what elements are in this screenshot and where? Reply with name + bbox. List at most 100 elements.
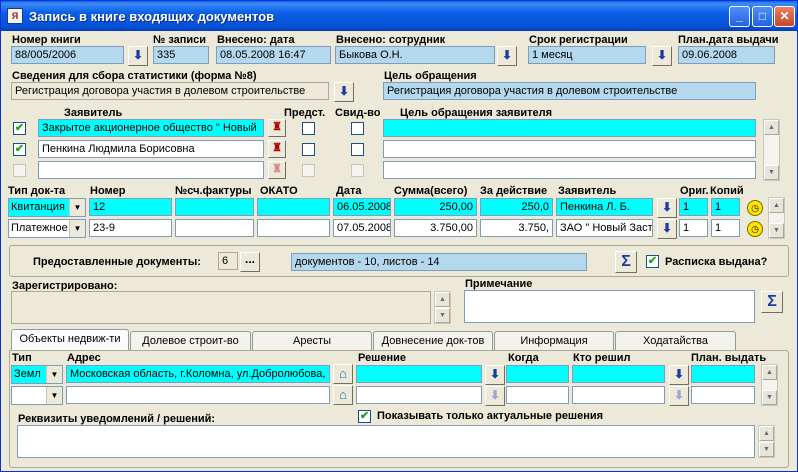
scroll-down-icon[interactable]: ▼ — [769, 223, 784, 238]
tab-arrests[interactable]: Аресты — [252, 331, 372, 351]
person-icon[interactable]: ♜ — [268, 119, 286, 137]
chevron-down-icon[interactable]: ▼ — [46, 366, 62, 383]
cert-checkbox[interactable] — [351, 164, 364, 177]
object-decision-field[interactable] — [356, 386, 482, 404]
applicant-name-field[interactable]: Закрытое акционерное общество " Новый — [38, 119, 264, 137]
chevron-down-icon[interactable]: ▼ — [69, 199, 85, 216]
purpose-field[interactable]: Регистрация договора участия в долевом с… — [383, 82, 756, 100]
doc-date-field[interactable]: 06.05.2008 — [333, 198, 391, 216]
chevron-down-icon[interactable]: ▼ — [46, 387, 62, 404]
doc-okato-field[interactable] — [257, 219, 330, 237]
doc-copies-field[interactable]: 1 — [711, 198, 740, 216]
book-number-dropdown-icon[interactable]: ⬇ — [128, 46, 148, 66]
tab-petitions[interactable]: Ходатайства — [615, 331, 736, 351]
doc-orig-field[interactable]: 1 — [679, 198, 708, 216]
receipt-checkbox[interactable]: ✔ — [646, 255, 659, 268]
doc-date-field[interactable]: 07.05.2008 — [333, 219, 391, 237]
docs-scrollbar[interactable]: ▲ ▼ — [768, 197, 785, 239]
object-plan-field[interactable] — [691, 386, 755, 404]
doc-type-select[interactable]: Платежное ▼ — [8, 219, 86, 238]
doc-invoice-field[interactable] — [175, 219, 254, 237]
doc-action-field[interactable]: 3.750, — [480, 219, 553, 237]
registered-scrollbar[interactable]: ▲ ▼ — [434, 291, 451, 324]
chevron-down-icon[interactable]: ▼ — [69, 220, 85, 237]
entered-by-field[interactable]: Быкова О.Н. — [335, 46, 495, 64]
doc-invoice-field[interactable] — [175, 198, 254, 216]
cert-checkbox[interactable] — [351, 122, 364, 135]
entered-date-field[interactable]: 08.05.2008 16:47 — [216, 46, 331, 64]
scroll-down-icon[interactable]: ▼ — [435, 308, 450, 323]
book-number-field[interactable]: 88/005/2006 — [11, 46, 124, 64]
doc-number-field[interactable]: 12 — [89, 198, 172, 216]
applicant-name-field[interactable] — [38, 161, 264, 179]
doc-sum-field[interactable]: 3.750,00 — [394, 219, 477, 237]
notice-scrollbar[interactable]: ▲ ▼ — [758, 425, 775, 458]
applicant-purpose-field[interactable] — [383, 140, 756, 158]
scroll-up-icon[interactable]: ▲ — [435, 292, 450, 307]
object-plan-field[interactable] — [691, 365, 755, 383]
applicants-scrollbar[interactable]: ▲ ▼ — [763, 119, 780, 181]
notice-field[interactable] — [17, 425, 755, 458]
close-button[interactable]: ✕ — [774, 6, 795, 27]
doc-copies-field[interactable]: 1 — [711, 219, 740, 237]
object-type-select[interactable]: Земл ▼ — [11, 365, 63, 384]
reg-term-field[interactable]: 1 месяц — [528, 46, 646, 64]
doc-number-field[interactable]: 23-9 — [89, 219, 172, 237]
provided-docs-more-button[interactable]: ... — [240, 252, 260, 272]
scroll-up-icon[interactable]: ▲ — [762, 365, 777, 380]
repr-checkbox[interactable] — [302, 164, 315, 177]
person-icon[interactable]: ♜ — [268, 161, 286, 179]
applicant-row-checkbox[interactable]: ✔ — [13, 143, 26, 156]
applicant-purpose-field[interactable] — [383, 119, 756, 137]
record-no-field[interactable]: 335 — [153, 46, 209, 64]
minimize-button[interactable]: _ — [729, 6, 750, 27]
scroll-up-icon[interactable]: ▲ — [759, 426, 774, 441]
scroll-up-icon[interactable]: ▲ — [764, 120, 779, 135]
doc-action-field[interactable]: 250,0 — [480, 198, 553, 216]
objects-scrollbar[interactable]: ▲ ▼ — [761, 364, 778, 406]
doc-type-select[interactable]: Квитанция ▼ — [8, 198, 86, 217]
object-who-field[interactable] — [572, 365, 665, 383]
decision-dropdown-icon[interactable]: ⬇ — [485, 365, 505, 385]
doc-applicant-field[interactable]: ЗАО " Новый Застр — [556, 219, 653, 237]
object-type-select[interactable]: ▼ — [11, 386, 63, 405]
stats-field[interactable]: Регистрация договора участия в долевом с… — [11, 82, 329, 100]
repr-checkbox[interactable] — [302, 122, 315, 135]
maximize-button[interactable]: □ — [752, 6, 773, 27]
sigma-icon[interactable]: Σ — [761, 291, 783, 313]
doc-orig-field[interactable]: 1 — [679, 219, 708, 237]
applicant-purpose-field[interactable] — [383, 161, 756, 179]
tab-information[interactable]: Информация — [494, 331, 614, 351]
planned-date-field[interactable]: 09.06.2008 — [678, 46, 775, 64]
tab-additional-docs[interactable]: Довнесение док-тов — [373, 331, 493, 351]
scroll-down-icon[interactable]: ▼ — [762, 390, 777, 405]
doc-applicant-dropdown-icon[interactable]: ⬇ — [657, 198, 677, 218]
object-who-field[interactable] — [572, 386, 665, 404]
stats-dropdown-icon[interactable]: ⬇ — [334, 82, 354, 102]
doc-okato-field[interactable] — [257, 198, 330, 216]
applicant-name-field[interactable]: Пенкина Людмила Борисовна — [38, 140, 264, 158]
doc-sum-field[interactable]: 250,00 — [394, 198, 477, 216]
repr-checkbox[interactable] — [302, 143, 315, 156]
applicant-row-checkbox[interactable]: ✔ — [13, 122, 26, 135]
entered-by-dropdown-icon[interactable]: ⬇ — [497, 46, 517, 66]
house-icon[interactable]: ⌂ — [333, 364, 353, 384]
object-when-field[interactable] — [506, 365, 569, 383]
reg-term-dropdown-icon[interactable]: ⬇ — [652, 46, 672, 66]
note-field[interactable] — [464, 290, 755, 323]
doc-applicant-dropdown-icon[interactable]: ⬇ — [657, 219, 677, 239]
tab-objects[interactable]: Объекты недвиж-ти — [11, 329, 129, 351]
tab-shared-construction[interactable]: Долевое строит-во — [130, 331, 251, 351]
cert-checkbox[interactable] — [351, 143, 364, 156]
house-icon[interactable]: ⌂ — [333, 385, 353, 405]
object-when-field[interactable] — [506, 386, 569, 404]
title-bar[interactable]: Я Запись в книге входящих документов _ □… — [1, 1, 797, 31]
applicant-row-checkbox[interactable] — [13, 164, 26, 177]
scroll-down-icon[interactable]: ▼ — [764, 165, 779, 180]
clock-icon[interactable]: ◷ — [747, 221, 763, 237]
person-icon[interactable]: ♜ — [268, 140, 286, 158]
who-dropdown-icon[interactable]: ⬇ — [669, 365, 689, 385]
object-address-field[interactable]: Московская область, г.Коломна, ул.Доброл… — [66, 365, 330, 383]
scroll-up-icon[interactable]: ▲ — [769, 198, 784, 213]
scroll-down-icon[interactable]: ▼ — [759, 442, 774, 457]
